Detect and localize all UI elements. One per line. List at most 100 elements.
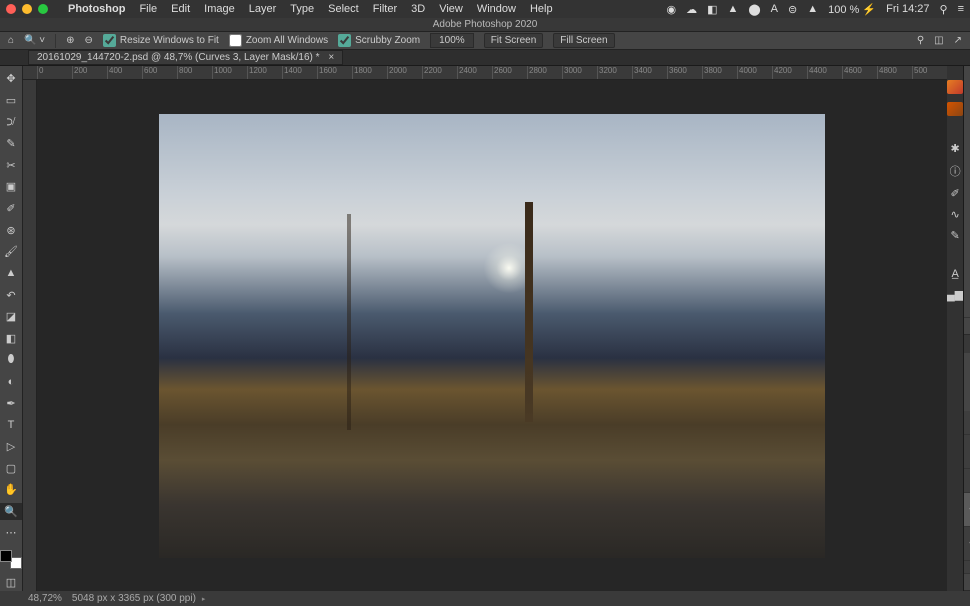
- layer-item[interactable]: Layer 7: [964, 435, 970, 469]
- shape-tool[interactable]: ▢: [0, 459, 22, 477]
- edit-toolbar[interactable]: ⋯: [0, 524, 22, 542]
- layer-menu[interactable]: Layer: [249, 3, 277, 15]
- paths-tabs: Paths This adjustment affects all layers…: [964, 335, 970, 353]
- zoom-all-checkbox[interactable]: Zoom All Windows: [229, 34, 328, 47]
- battery-status[interactable]: 100 % ⚡: [828, 3, 876, 16]
- tool-presets-icon[interactable]: ✎: [951, 229, 960, 242]
- window-menu[interactable]: Window: [477, 3, 516, 15]
- menubar-icon[interactable]: ▲: [727, 3, 738, 15]
- document-tab[interactable]: 20161029_144720-2.psd @ 48,7% (Curves 3,…: [28, 50, 343, 65]
- lasso-tool[interactable]: ⟉: [0, 113, 22, 131]
- menubar-icon[interactable]: ◉: [666, 3, 676, 16]
- histogram-panel-icon[interactable]: ▄▆: [947, 288, 963, 301]
- paths-tab[interactable]: Paths: [964, 335, 970, 353]
- layer-group[interactable]: ▾ Group 5: [964, 469, 970, 493]
- layer-group[interactable]: ▸ Group 6: [964, 411, 970, 435]
- edit-menu[interactable]: Edit: [171, 3, 190, 15]
- document-tabs: 20161029_144720-2.psd @ 48,7% (Curves 3,…: [0, 50, 970, 66]
- character-panel-icon[interactable]: A̲: [951, 268, 958, 280]
- filter-menu[interactable]: Filter: [373, 3, 397, 15]
- properties-header: ◩ ◻ Curves: [964, 84, 970, 104]
- select-menu[interactable]: Select: [328, 3, 359, 15]
- share-icon[interactable]: ↗: [954, 35, 962, 46]
- zoom-in-icon[interactable]: ⊕: [66, 35, 74, 46]
- healing-tool[interactable]: ⊛: [0, 221, 22, 239]
- maximize-window-button[interactable]: [38, 4, 48, 14]
- fit-screen-button[interactable]: Fit Screen: [484, 33, 544, 48]
- clone-panel-icon[interactable]: ∿: [951, 208, 960, 221]
- layer-item-selected[interactable]: 👁 ∿ ⎘ Curves 3: [964, 493, 970, 527]
- fill-screen-button[interactable]: Fill Screen: [553, 33, 614, 48]
- menubar-icon[interactable]: ⬤: [748, 3, 760, 16]
- gradient-tool[interactable]: ◧: [0, 330, 22, 348]
- close-tab-icon[interactable]: ×: [328, 52, 334, 63]
- wifi-icon[interactable]: ⊜: [788, 3, 797, 16]
- properties-footer: ▣ ◉ ↺ ◐ 🗑: [964, 317, 970, 335]
- app-menu[interactable]: Photoshop: [68, 3, 125, 15]
- menubar-icon[interactable]: A: [771, 3, 778, 15]
- right-panels: Properties Adjustments Histogram ◩ ◻ Cur…: [963, 66, 970, 591]
- blur-tool[interactable]: ⬮: [0, 351, 22, 369]
- marquee-tool[interactable]: ▭: [0, 92, 22, 110]
- view-menu[interactable]: View: [439, 3, 463, 15]
- screen-mode[interactable]: ◫: [0, 573, 22, 591]
- zoom-tool[interactable]: 🔍: [0, 503, 22, 521]
- scrubby-zoom-checkbox[interactable]: Scrubby Zoom: [338, 34, 420, 47]
- zoom-tool-icon[interactable]: 🔍 ˅: [24, 35, 45, 46]
- eraser-tool[interactable]: ◪: [0, 308, 22, 326]
- layers-options: ⚲ Kind▾ ▦ ◐ T ▢ ◫ ● Normal▾ Opacity: 100…: [964, 353, 970, 411]
- macos-menubar: Photoshop File Edit Image Layer Type Sel…: [0, 0, 970, 18]
- color-swatches[interactable]: [0, 550, 22, 570]
- info-panel-icon[interactable]: ⓘ: [950, 163, 961, 179]
- crop-tool[interactable]: ✂: [0, 157, 22, 175]
- clock[interactable]: Fri 14:27: [886, 3, 929, 15]
- color-panel-icon[interactable]: [947, 80, 963, 94]
- properties-tab[interactable]: Properties: [964, 66, 970, 84]
- quick-select-tool[interactable]: ✎: [0, 135, 22, 153]
- zoom-status[interactable]: 48,72%: [28, 593, 62, 604]
- 3d-menu[interactable]: 3D: [411, 3, 425, 15]
- brushes-panel-icon[interactable]: ✱: [951, 142, 960, 155]
- stamp-tool[interactable]: ▲: [0, 265, 22, 283]
- menubar-icon[interactable]: ◧: [707, 3, 717, 16]
- document-info[interactable]: 5048 px x 3365 px (300 ppi): [72, 593, 196, 604]
- wifi-icon[interactable]: ▲: [807, 3, 818, 15]
- hand-tool[interactable]: ✋: [0, 481, 22, 499]
- frame-tool[interactable]: ▣: [0, 178, 22, 196]
- layer-item[interactable]: 👁 Layer 10: [964, 527, 970, 561]
- menubar-status: ◉ ☁ ◧ ▲ ⬤ A ⊜ ▲ 100 % ⚡ Fri 14:27 ⚲ ≡: [666, 3, 964, 16]
- brush-tool[interactable]: 🖌: [0, 243, 22, 261]
- type-menu[interactable]: Type: [290, 3, 314, 15]
- close-window-button[interactable]: [6, 4, 16, 14]
- workspace-icon[interactable]: ◫: [934, 35, 943, 46]
- history-brush-tool[interactable]: ↶: [0, 286, 22, 304]
- pen-tool[interactable]: ✒: [0, 394, 22, 412]
- image-menu[interactable]: Image: [204, 3, 235, 15]
- search-icon[interactable]: ⚲: [940, 3, 948, 16]
- home-icon[interactable]: ⌂: [8, 35, 14, 46]
- document-image: [159, 114, 825, 558]
- ruler-horizontal: 0200400600800100012001400160018002000220…: [23, 66, 947, 80]
- type-tool[interactable]: T: [0, 416, 22, 434]
- cloud-icon[interactable]: ☁: [686, 3, 697, 16]
- minimize-window-button[interactable]: [22, 4, 32, 14]
- eyedropper-tool[interactable]: ✐: [0, 200, 22, 218]
- layer-item[interactable]: 👁 Layer 9: [964, 561, 970, 573]
- window-controls: [6, 4, 48, 14]
- move-tool[interactable]: ✥: [0, 70, 22, 88]
- brush-settings-icon[interactable]: ✐: [951, 187, 960, 200]
- dodge-tool[interactable]: ◐: [0, 373, 22, 391]
- menu-icon[interactable]: ≡: [958, 3, 964, 15]
- zoom-out-icon[interactable]: ⊖: [85, 35, 93, 46]
- help-menu[interactable]: Help: [530, 3, 553, 15]
- options-bar: ⌂ 🔍 ˅ ⊕ ⊖ Resize Windows to Fit Zoom All…: [0, 32, 970, 50]
- status-menu-icon[interactable]: ▸: [202, 595, 206, 603]
- file-menu[interactable]: File: [139, 3, 157, 15]
- resize-windows-checkbox[interactable]: Resize Windows to Fit: [103, 34, 219, 47]
- zoom-value[interactable]: 100%: [430, 33, 474, 48]
- canvas[interactable]: [37, 80, 947, 591]
- search-icon[interactable]: ⚲: [917, 35, 924, 46]
- tools-panel: ✥ ▭ ⟉ ✎ ✂ ▣ ✐ ⊛ 🖌 ▲ ↶ ◪ ◧ ⬮ ◐ ✒ T ▷ ▢ ✋ …: [0, 66, 23, 591]
- path-tool[interactable]: ▷: [0, 438, 22, 456]
- swatches-panel-icon[interactable]: [947, 102, 963, 116]
